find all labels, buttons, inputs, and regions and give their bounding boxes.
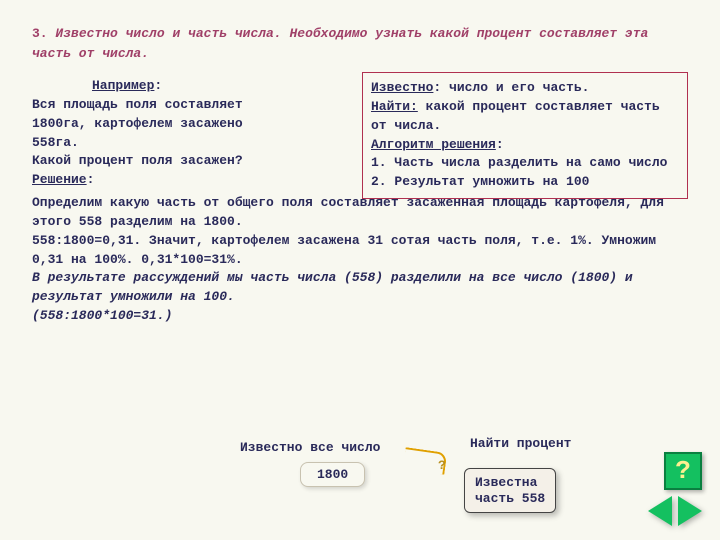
algorithm-box: Известно: число и его часть. Найти: како…: [362, 72, 688, 199]
known-text: : число и его часть.: [433, 80, 589, 95]
algorithm-step-1: 1. Часть числа разделить на само число: [371, 154, 679, 173]
find-label: Найти:: [371, 99, 418, 114]
question-mark: ?: [438, 458, 446, 473]
solution-p4: (558:1800*100=31.): [32, 307, 688, 326]
task-title: Известно число и часть числа. Необходимо…: [32, 26, 648, 61]
known-number-label: Известно все число: [240, 440, 380, 455]
solution-p2: 558:1800=0,31. Значит, картофелем засаже…: [32, 232, 688, 270]
help-button[interactable]: ?: [664, 452, 702, 490]
prev-button[interactable]: [648, 496, 672, 526]
known-number-box: 1800: [300, 462, 365, 487]
solution-p3: В результате рассуждений мы часть числа …: [32, 269, 688, 307]
nav-controls: ?: [648, 452, 702, 526]
find-percent-label: Найти процент: [470, 436, 571, 451]
known-label: Известно: [371, 80, 433, 95]
example-line-2: 1800га, картофелем засажено: [32, 115, 352, 134]
solution-p1: Определим какую часть от общего поля сос…: [32, 194, 688, 232]
algorithm-label: Алгоритм решения: [371, 137, 496, 152]
known-part-value: часть 558: [475, 491, 545, 506]
algorithm-step-2: 2. Результат умножить на 100: [371, 173, 679, 192]
example-line-1: Вся площадь поля составляет: [32, 96, 352, 115]
example-label: Например: [92, 78, 154, 93]
next-button[interactable]: [678, 496, 702, 526]
example-line-4: Какой процент поля засажен?: [32, 152, 352, 171]
example-line-3: 558га.: [32, 134, 352, 153]
task-number: 3.: [32, 26, 48, 41]
known-part-label: Известна: [475, 475, 537, 490]
solution-label: Решение: [32, 172, 87, 187]
known-part-box: Известна часть 558: [464, 468, 556, 513]
